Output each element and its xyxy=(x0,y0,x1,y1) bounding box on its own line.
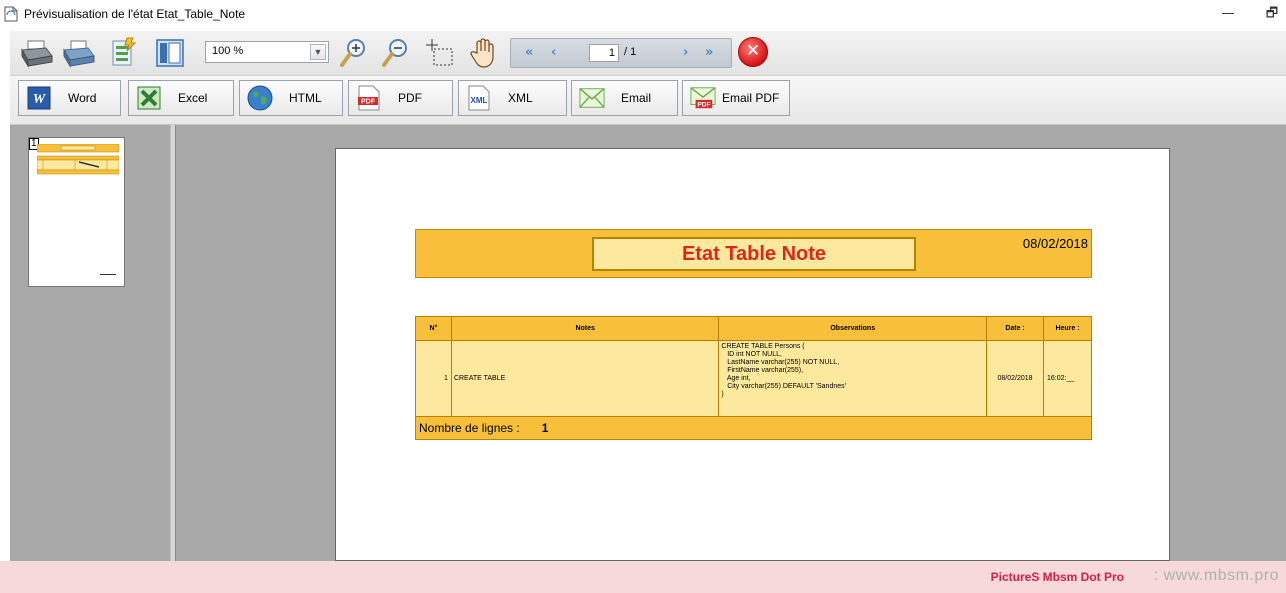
hand-pan-button[interactable] xyxy=(468,36,500,70)
thumbnail-preview-image xyxy=(37,144,119,175)
globe-icon xyxy=(247,85,273,111)
thumbnails-icon xyxy=(156,39,184,67)
page-thumbnail[interactable]: 1 xyxy=(28,137,125,287)
report-footer: Nombre de lignes : 1 xyxy=(415,416,1092,440)
zoom-area-icon xyxy=(426,39,453,66)
zoom-select[interactable]: 100 % ▼ xyxy=(205,41,329,63)
restore-button[interactable]: 🗗 xyxy=(1262,4,1282,24)
xml-icon: XML xyxy=(466,85,492,111)
next-page-button[interactable]: › xyxy=(683,45,688,60)
export-word-button[interactable]: W Word xyxy=(18,80,121,116)
print-setup-icon xyxy=(63,40,95,68)
document-preview-icon xyxy=(4,6,18,22)
cell-note: CREATE TABLE xyxy=(450,340,720,417)
page-navigation: « ‹ 1 / 1 › » xyxy=(510,38,732,68)
cell-num: 1 xyxy=(415,340,452,417)
watermark-url: : www.mbsm.pro xyxy=(1153,567,1279,584)
print-icon xyxy=(21,40,53,68)
cell-heure: 16:02:__ xyxy=(1043,340,1092,417)
column-header-notes: Notes xyxy=(450,316,720,341)
report-title: Etat Table Note xyxy=(592,237,916,271)
report-page: Etat Table Note 08/02/2018 N° Notes Obse… xyxy=(335,148,1170,561)
svg-text:XML: XML xyxy=(471,96,488,105)
export-pdf-button[interactable]: PDF PDF xyxy=(348,80,453,116)
report-table-header-row: N° Notes Observations Date : Heure : xyxy=(415,316,1092,341)
excel-icon xyxy=(136,85,162,111)
last-page-button[interactable]: » xyxy=(705,45,713,60)
hand-pan-icon xyxy=(470,38,494,68)
page-number-input[interactable]: 1 xyxy=(589,44,619,62)
column-header-observations: Observations xyxy=(718,316,988,341)
email-pdf-icon: PDF xyxy=(690,85,716,111)
column-header-heure: Heure : xyxy=(1043,316,1092,341)
row-count-value: 1 xyxy=(541,421,549,435)
close-icon: ✕ xyxy=(745,41,761,61)
export-xml-label: XML xyxy=(508,91,533,105)
watermark-bar: PictureS Mbsm Dot Pro : www.mbsm.pro xyxy=(0,561,1286,593)
export-html-label: HTML xyxy=(289,91,322,105)
svg-text:PDF: PDF xyxy=(361,99,376,106)
export-email-pdf-label: Email PDF xyxy=(722,91,780,105)
window-title: Prévisualisation de l'état Etat_Table_No… xyxy=(24,7,246,21)
previous-page-button[interactable]: ‹ xyxy=(551,45,556,60)
thumbnail-pane[interactable]: 1 xyxy=(10,125,170,561)
column-header-date: Date : xyxy=(986,316,1045,341)
first-page-button[interactable]: « xyxy=(525,45,533,60)
minimize-button[interactable]: — xyxy=(1218,4,1238,24)
report-date: 08/02/2018 xyxy=(1022,236,1088,251)
export-email-button[interactable]: Email xyxy=(571,80,678,116)
svg-text:PDF: PDF xyxy=(697,101,710,108)
print-button[interactable] xyxy=(20,37,54,69)
zoom-in-icon xyxy=(340,39,365,67)
export-word-label: Word xyxy=(68,91,97,105)
table-row: 1 CREATE TABLE CREATE TABLE Persons ( ID… xyxy=(415,340,1092,417)
column-header-num: N° xyxy=(415,316,452,341)
word-icon: W xyxy=(26,85,52,111)
export-excel-button[interactable]: Excel xyxy=(128,80,234,116)
email-icon xyxy=(579,85,605,111)
watermark-text: PictureS Mbsm Dot Pro xyxy=(990,570,1124,584)
report-table: N° Notes Observations Date : Heure : 1 C… xyxy=(415,316,1092,417)
zoom-in-button[interactable] xyxy=(338,37,368,69)
thumbnails-toggle-button[interactable] xyxy=(154,37,186,69)
cell-observation: CREATE TABLE Persons ( ID int NOT NULL, … xyxy=(718,340,988,417)
print-setup-button[interactable] xyxy=(62,37,96,69)
title-bar: Prévisualisation de l'état Etat_Table_No… xyxy=(0,0,1286,30)
zoom-out-icon xyxy=(382,39,407,67)
export-excel-label: Excel xyxy=(178,91,208,105)
close-preview-button[interactable]: ✕ xyxy=(738,37,768,67)
zoom-out-button[interactable] xyxy=(380,37,410,69)
export-toolbar: W Word Excel HTML PDF PDF XML XML Email … xyxy=(10,76,1286,125)
preview-toolbar: 100 % ▼ « ‹ 1 / 1 › » ✕ xyxy=(10,31,1286,76)
export-email-pdf-button[interactable]: PDF Email PDF xyxy=(682,80,790,116)
pdf-icon: PDF xyxy=(356,85,382,111)
page-total: / 1 xyxy=(624,46,637,58)
svg-text:W: W xyxy=(33,92,47,107)
cell-date: 08/02/2018 xyxy=(986,340,1045,417)
quick-print-icon xyxy=(112,37,137,66)
report-header: Etat Table Note 08/02/2018 xyxy=(415,229,1092,278)
export-html-button[interactable]: HTML xyxy=(239,80,343,116)
quick-print-button[interactable] xyxy=(108,36,138,70)
chevron-down-icon[interactable]: ▼ xyxy=(310,44,326,60)
thumbnail-footer-mark xyxy=(100,274,116,275)
export-xml-button[interactable]: XML XML xyxy=(458,80,567,116)
zoom-value: 100 % xyxy=(212,45,244,57)
export-email-label: Email xyxy=(621,91,652,105)
export-pdf-label: PDF xyxy=(398,91,422,105)
zoom-area-button[interactable] xyxy=(424,37,456,69)
row-count-label: Nombre de lignes : xyxy=(419,421,520,435)
